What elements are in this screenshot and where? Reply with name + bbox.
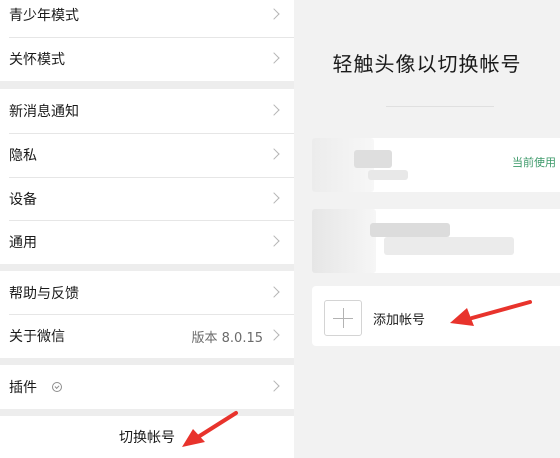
settings-group-about: 帮助与反馈 关于微信 版本 8.0.15 [0, 271, 294, 358]
settings-row-label: 帮助与反馈 [9, 286, 79, 302]
account-card-other[interactable] [312, 209, 560, 273]
add-account-label: 添加帐号 [373, 313, 426, 328]
chevron-right-icon [268, 286, 280, 298]
settings-row-label: 新消息通知 [9, 104, 79, 120]
settings-row-privacy[interactable]: 隐私 [0, 133, 294, 177]
settings-row-label: 关怀模式 [9, 52, 65, 68]
account-name-blurred [354, 150, 392, 168]
settings-row-about-wechat[interactable]: 关于微信 版本 8.0.15 [0, 314, 294, 358]
red-arrow-icon [450, 300, 532, 326]
settings-row-help-feedback[interactable]: 帮助与反馈 [0, 271, 294, 315]
settings-row-label: 通用 [9, 235, 37, 251]
red-arrow-icon [182, 411, 238, 447]
account-name-blurred [370, 223, 450, 237]
chevron-right-icon [268, 8, 280, 20]
chevron-right-icon [268, 52, 280, 64]
chevron-right-icon [268, 329, 280, 341]
settings-row-general[interactable]: 通用 [0, 220, 294, 264]
settings-row-label: 隐私 [9, 148, 37, 164]
plus-icon [324, 300, 362, 336]
settings-row-care-mode[interactable]: 关怀模式 [0, 37, 294, 81]
version-value: 版本 8.0.15 [191, 330, 263, 346]
current-account-badge: 当前使用 [512, 156, 556, 169]
chevron-right-icon [268, 192, 280, 204]
chevron-right-icon [268, 104, 280, 116]
settings-row-plugins[interactable]: 插件 [0, 365, 294, 409]
plugin-status-icon [52, 382, 62, 392]
settings-row-label: 关于微信 [9, 329, 65, 345]
switch-account-label: 切换帐号 [119, 430, 175, 446]
divider [386, 106, 494, 107]
chevron-right-icon [268, 148, 280, 160]
chevron-right-icon [268, 380, 280, 392]
settings-group-plugins: 插件 [0, 365, 294, 409]
settings-row-label: 插件 [9, 380, 37, 396]
switch-account-panel: 轻触头像以切换帐号 当前使用 添加帐号 [294, 0, 560, 458]
account-card-current[interactable]: 当前使用 [312, 138, 560, 192]
settings-panel: 青少年模式 关怀模式 新消息通知 隐私 设备 通用 帮助与反馈 关于微信 版本 … [0, 0, 294, 458]
settings-row-devices[interactable]: 设备 [0, 177, 294, 221]
account-name-blurred [384, 237, 514, 255]
switch-account-button[interactable]: 切换帐号 [0, 416, 294, 458]
settings-group-modes: 青少年模式 关怀模式 [0, 0, 294, 81]
settings-row-label: 设备 [9, 192, 37, 208]
settings-row-youth-mode[interactable]: 青少年模式 [0, 0, 294, 37]
chevron-right-icon [268, 235, 280, 247]
page-title: 轻触头像以切换帐号 [332, 52, 522, 76]
settings-row-notifications[interactable]: 新消息通知 [0, 89, 294, 133]
account-id-blurred [368, 170, 408, 180]
avatar [312, 209, 376, 273]
settings-group-general: 新消息通知 隐私 设备 通用 [0, 89, 294, 264]
settings-row-label: 青少年模式 [9, 8, 79, 24]
